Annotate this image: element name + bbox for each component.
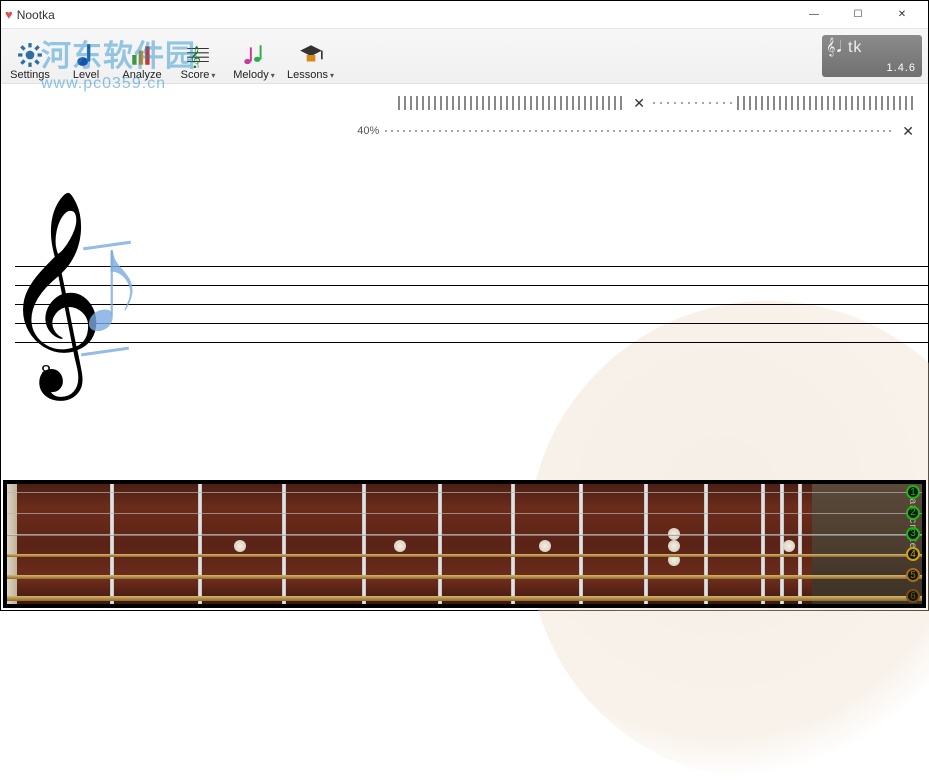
fret-marker xyxy=(394,540,406,552)
fret xyxy=(704,484,708,604)
score-area[interactable]: 𝄞 8 𝅘𝅥𝅮 xyxy=(1,226,928,426)
chevron-down-icon: ▾ xyxy=(211,71,215,80)
fret xyxy=(579,484,583,604)
melody-icon xyxy=(240,41,268,69)
fret xyxy=(110,484,114,604)
string-number[interactable]: 1 xyxy=(906,485,920,499)
level-button[interactable]: Level xyxy=(63,33,109,81)
treble-clef-icon: 𝄞𝅘𝅥 tk xyxy=(826,39,862,57)
lessons-button[interactable]: Lessons▾ xyxy=(287,33,334,81)
guitar-string[interactable] xyxy=(7,534,922,536)
chevron-down-icon: ▾ xyxy=(271,71,275,80)
headstock-text: handcrafted xyxy=(907,492,918,556)
toolbar: Settings Level Analyze 𝄞 Score▾ Melody▾ … xyxy=(1,29,928,84)
svg-text:𝄞: 𝄞 xyxy=(189,47,201,68)
lessons-label: Lessons xyxy=(287,69,328,81)
minimize-button[interactable]: — xyxy=(792,1,836,29)
pitch-slider[interactable]: ✕ xyxy=(398,94,916,112)
level-label: Level xyxy=(73,69,99,81)
clef-octave: 8 xyxy=(41,362,51,383)
volume-slider[interactable]: 40% ✕ xyxy=(353,122,916,140)
guitar-headstock: handcrafted xyxy=(812,484,922,604)
fret-marker xyxy=(668,540,680,552)
fret xyxy=(362,484,366,604)
slider-area: ✕ 40% ✕ xyxy=(1,84,928,146)
melody-button[interactable]: Melody▾ xyxy=(231,33,277,81)
graduation-icon xyxy=(297,41,325,69)
guitar-string[interactable] xyxy=(7,596,922,601)
slider-marker-icon: ✕ xyxy=(633,95,645,112)
gear-icon xyxy=(16,41,44,69)
string-number[interactable]: 3 xyxy=(906,527,920,541)
guitar-string[interactable] xyxy=(7,492,922,493)
title-bar: ♥ Nootka — ☐ ✕ xyxy=(1,1,928,29)
fret xyxy=(511,484,515,604)
fretboard[interactable]: handcrafted 123456 xyxy=(3,480,926,608)
score-icon: 𝄞 xyxy=(184,41,212,69)
version-text: 1.4.6 xyxy=(887,62,916,74)
window-controls: — ☐ ✕ xyxy=(792,1,924,29)
fret xyxy=(644,484,648,604)
settings-button[interactable]: Settings xyxy=(7,33,53,81)
guitar-string[interactable] xyxy=(7,554,922,557)
score-button[interactable]: 𝄞 Score▾ xyxy=(175,33,221,81)
chevron-down-icon: ▾ xyxy=(330,71,334,80)
analyze-button[interactable]: Analyze xyxy=(119,33,165,81)
settings-label: Settings xyxy=(10,69,50,81)
fret xyxy=(761,484,765,604)
fret xyxy=(438,484,442,604)
fret-marker xyxy=(783,540,795,552)
window-title: Nootka xyxy=(17,8,792,22)
score-label: Score xyxy=(181,69,210,81)
fret-marker xyxy=(539,540,551,552)
close-button[interactable]: ✕ xyxy=(880,1,924,29)
volume-value: 40% xyxy=(353,125,379,137)
fret xyxy=(798,484,802,604)
chart-icon xyxy=(128,41,156,69)
guitar-nut xyxy=(7,484,17,604)
version-badge: 𝄞𝅘𝅥 tk 1.4.6 xyxy=(822,35,922,77)
guitar-string[interactable] xyxy=(7,513,922,515)
maximize-button[interactable]: ☐ xyxy=(836,1,880,29)
fret xyxy=(282,484,286,604)
note-cursor-icon[interactable]: 𝅘𝅥𝅮 xyxy=(85,252,137,332)
app-icon: ♥ xyxy=(5,7,13,22)
melody-label: Melody xyxy=(233,69,268,81)
analyze-label: Analyze xyxy=(122,69,161,81)
note-icon xyxy=(72,41,100,69)
fret xyxy=(198,484,202,604)
guitar-string[interactable] xyxy=(7,575,922,579)
staff xyxy=(15,266,928,346)
fret-marker xyxy=(234,540,246,552)
slider-end-icon: ✕ xyxy=(902,123,914,140)
string-number[interactable]: 2 xyxy=(906,506,920,520)
string-number[interactable]: 6 xyxy=(906,589,920,603)
